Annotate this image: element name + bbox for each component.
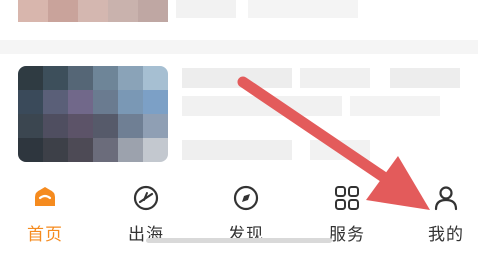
blurred-image-top	[18, 0, 168, 22]
tab-label: 首页	[27, 225, 63, 245]
compass-sail-icon	[132, 184, 160, 212]
blurred-text	[300, 68, 370, 88]
profile-icon	[432, 184, 460, 212]
tab-label: 服务	[329, 225, 365, 245]
discover-compass-icon	[232, 184, 260, 212]
tab-discover[interactable]: 发现	[206, 184, 286, 246]
divider	[0, 40, 478, 54]
feed-content	[0, 0, 478, 172]
tab-label: 我的	[428, 225, 464, 245]
blurred-text	[182, 140, 292, 160]
blurred-text	[350, 96, 440, 116]
blurred-text	[176, 0, 236, 18]
tab-profile[interactable]: 我的	[406, 184, 478, 246]
blurred-text	[310, 140, 370, 160]
home-indicator[interactable]	[146, 238, 332, 243]
blurred-text	[182, 68, 292, 88]
blurred-text	[182, 96, 342, 116]
tab-services[interactable]: 服务	[307, 184, 387, 246]
blurred-thumbnail[interactable]	[18, 66, 168, 162]
tab-sea[interactable]: 出海	[106, 184, 186, 246]
blurred-text	[248, 0, 358, 18]
blurred-text	[390, 68, 460, 88]
home-icon	[31, 184, 59, 212]
tab-home[interactable]: 首页	[5, 184, 85, 246]
grid-services-icon	[333, 184, 361, 212]
